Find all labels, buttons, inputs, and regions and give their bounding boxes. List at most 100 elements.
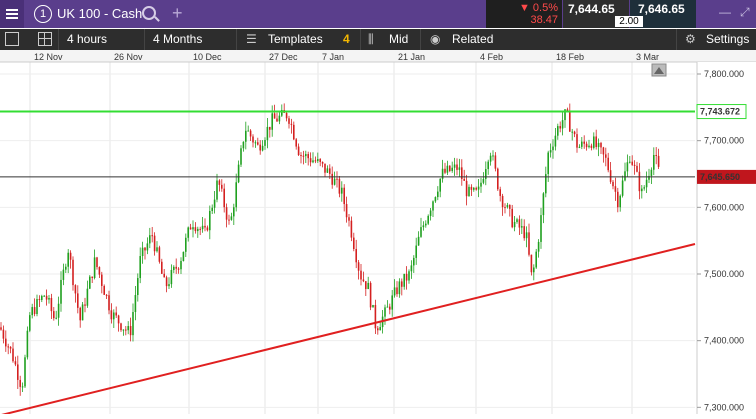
candle-down [33,307,36,315]
watchlist-icon[interactable] [5,32,19,46]
candle-down [617,191,619,208]
menu-icon[interactable] [0,0,24,28]
candle-down [151,235,153,237]
candle-down [602,147,605,155]
candle-down [523,226,525,239]
templates-label: Templates [268,32,323,46]
candle-up [170,269,173,285]
candle-down [504,207,506,209]
candle-up [413,257,415,266]
candle-down [530,254,533,273]
candle-up [180,260,182,270]
layout-grid-icon[interactable] [38,32,52,46]
settings-button[interactable]: ⚙ Settings [676,29,756,50]
candle-up [477,186,480,190]
candle-down [84,304,86,306]
candle-down [569,110,571,132]
candle-up [89,276,91,289]
candle-up [149,235,151,244]
candle-down [110,310,113,320]
candle-down [389,306,391,310]
candle-down [590,145,593,148]
candle-down [252,136,254,143]
candle-up [216,180,218,200]
candle-up [581,141,583,147]
candle-up [391,295,393,310]
candle-down [257,142,259,145]
candle-down [199,228,201,230]
candle-up [516,219,518,222]
candle-down [115,312,117,316]
candle-up [245,130,247,142]
candle-down [96,257,98,268]
price-chart[interactable]: 12 Nov 26 Nov 10 Dec 27 Dec 7 Jan 21 Jan 4 Feb… [0,50,756,417]
candle-down [321,161,324,164]
candle-up [425,223,427,226]
candle-up [480,182,482,187]
candle-up [55,317,57,319]
candle-up [213,199,216,208]
candle-down [77,293,79,308]
x-axis: 12 Nov 26 Nov 10 Dec 27 Dec 7 Jan 21 Jan 4 Feb… [0,50,756,63]
candle-up [93,257,96,279]
candle-up [485,169,487,179]
candle-down [144,247,146,251]
minimize-icon[interactable]: — [719,5,731,19]
eye-icon: ◉ [430,32,441,46]
y-tick-label: 7,300.000 [704,402,744,412]
candle-down [605,154,607,158]
candle-down [314,160,317,162]
candle-up [429,210,432,216]
candle-down [177,268,180,270]
candle-up [36,299,38,315]
chart-toolbar: 4 hours 4 Months ☰ Templates 4 ⫼ Mid ◉ R… [0,29,756,50]
candle-down [494,155,497,169]
related-button[interactable]: ◉ Related [420,29,505,50]
expand-icon[interactable]: ⤢ [740,5,750,20]
candle-up [492,155,494,157]
candle-down [98,267,101,275]
candle-up [458,167,461,170]
instrument-name[interactable]: UK 100 - Cash [57,6,142,21]
interval-select[interactable]: 4 hours [58,29,151,50]
candle-down [475,187,477,190]
candle-down [293,124,295,140]
candle-up [386,306,389,308]
marker-layer [651,63,667,77]
chart-canvas[interactable]: 12 Nov 26 Nov 10 Dec 27 Dec 7 Jan 21 Jan 4 Feb… [0,50,756,417]
candle-up [417,236,420,246]
y-tick-label: 7,700.000 [704,136,744,146]
candle-down [345,204,348,218]
candle-down [204,225,206,228]
candle-down [559,126,561,129]
candle-up [209,211,211,231]
candle-down [108,295,110,311]
candle-down [350,220,353,238]
candle-up [384,307,386,317]
candle-up [557,126,559,136]
candle-down [7,346,9,348]
candle-down [609,170,612,182]
candle-down [225,207,228,220]
candle-up [521,226,523,228]
y-tick-label: 7,400.000 [704,336,744,346]
candle-down [9,346,12,349]
candle-up [437,191,439,198]
candle-up [379,327,381,331]
candle-down [103,285,105,295]
search-icon[interactable] [142,6,156,20]
candle-up [420,227,422,237]
price-type-select[interactable]: ⫼ Mid [360,29,417,50]
candle-down [374,305,377,329]
candle-down [336,178,338,180]
candle-up [139,256,141,279]
templates-button[interactable]: ☰ Templates 4 [236,29,357,50]
add-tab-icon[interactable]: + [172,3,183,24]
trendline [0,243,696,417]
candle-down [12,348,14,362]
x-tick-label: 3 Mar [636,52,659,62]
candle-up [60,279,62,304]
range-select[interactable]: 4 Months [144,29,241,50]
candle-down [175,266,177,269]
change-percent: ▼ 0.5% [518,2,558,14]
